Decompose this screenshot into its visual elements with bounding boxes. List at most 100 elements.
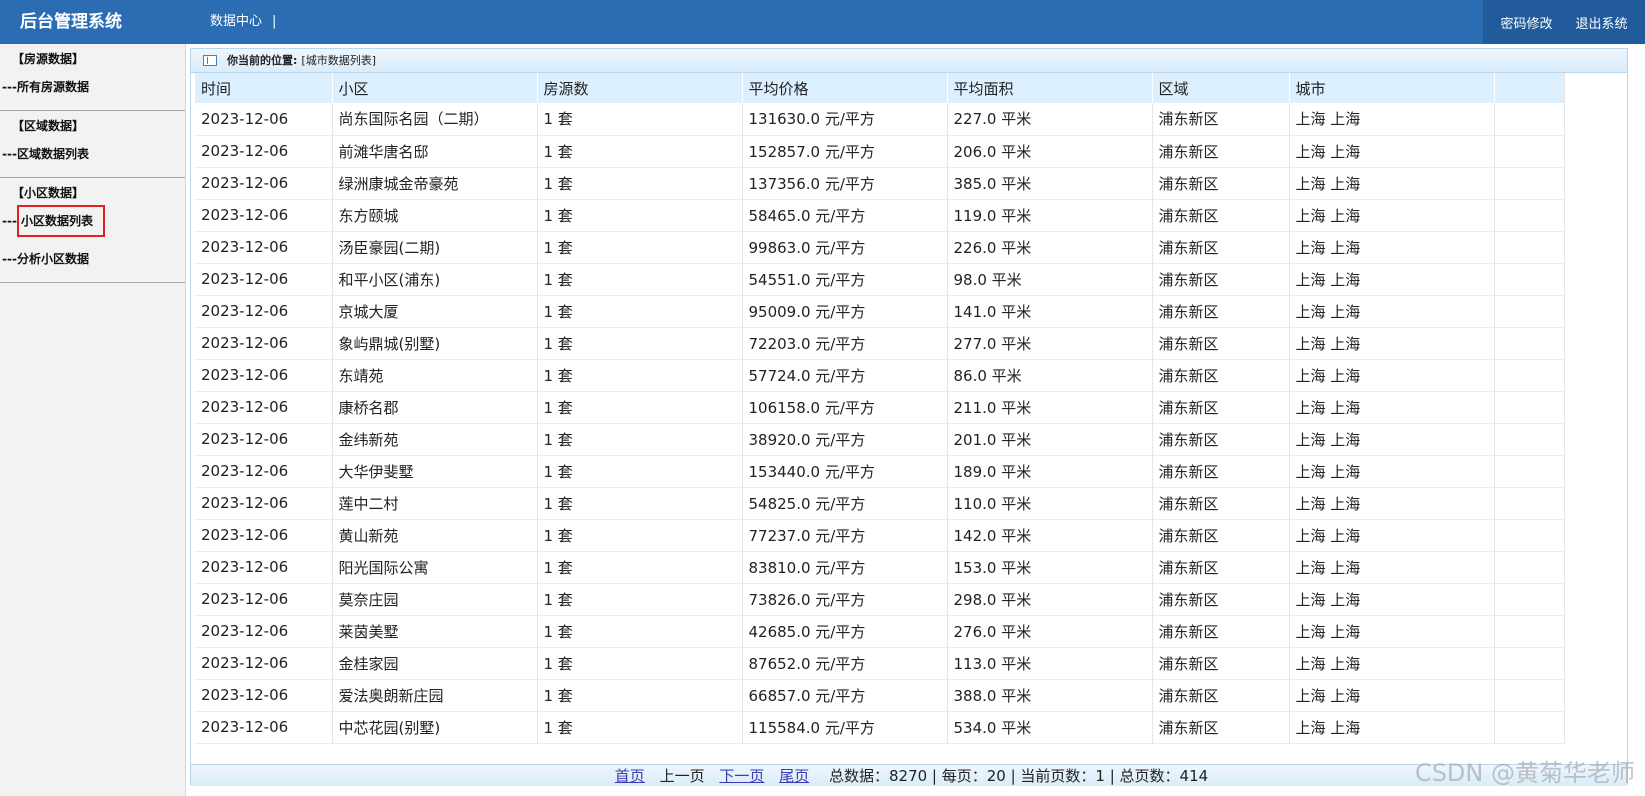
sidebar-item-region-list[interactable]: ---区域数据列表 [0, 135, 185, 173]
table-cell-empty [1494, 167, 1565, 200]
table-cell-empty [1494, 647, 1565, 680]
table-cell: 上海 上海 [1289, 231, 1495, 264]
table-cell: 爱法奥朗新庄园 [332, 679, 538, 712]
top-nav: 数据中心 | [210, 0, 276, 44]
table-cell: 1 套 [537, 583, 743, 616]
table-cell: 黄山新苑 [332, 519, 538, 552]
table-cell: 2023-12-06 [195, 551, 333, 584]
sidebar-group-title: 【小区数据】 [12, 186, 85, 200]
table-cell: 上海 上海 [1289, 103, 1495, 136]
sidebar-item-all-listings[interactable]: ---所有房源数据 [0, 68, 185, 106]
table-cell: 2023-12-06 [195, 487, 333, 520]
table-cell: 2023-12-06 [195, 455, 333, 488]
table-cell: 201.0 平米 [947, 423, 1153, 456]
table-cell: 莲中二村 [332, 487, 538, 520]
top-right-actions: 密码修改 退出系统 [1483, 0, 1645, 44]
next-page-link[interactable]: 下一页 [719, 767, 764, 785]
page-icon [203, 55, 217, 66]
table-cell: 1 套 [537, 455, 743, 488]
table-cell: 浦东新区 [1152, 359, 1290, 392]
table-row: 2023-12-06 莲中二村 1 套 54825.0 元/平方 110.0 平米 浦东新… [195, 487, 1565, 520]
table-cell: 1 套 [537, 551, 743, 584]
table-cell: 54825.0 元/平方 [742, 487, 948, 520]
table-cell: 上海 上海 [1289, 167, 1495, 200]
table-cell: 276.0 平米 [947, 615, 1153, 648]
table-cell: 385.0 平米 [947, 167, 1153, 200]
table-cell: 152857.0 元/平方 [742, 135, 948, 168]
table-header-row: 时间 小区 房源数 平均价格 平均面积 区域 城市 [195, 73, 1565, 103]
table-cell: 1 套 [537, 423, 743, 456]
sidebar-item-label: 小区数据列表 [16, 205, 105, 237]
table-row: 2023-12-06 康桥名郡 1 套 106158.0 元/平方 211.0 平米 浦东… [195, 391, 1565, 424]
table-row: 2023-12-06 爱法奥朗新庄园 1 套 66857.0 元/平方 388.0 平米… [195, 679, 1565, 712]
column-header: 房源数 [537, 73, 743, 103]
table-cell: 2023-12-06 [195, 135, 333, 168]
sidebar-group-title: 【区域数据】 [12, 119, 85, 133]
table-cell: 浦东新区 [1152, 199, 1290, 232]
table-cell-empty [1494, 423, 1565, 456]
table-cell: 388.0 平米 [947, 679, 1153, 712]
table-cell-empty [1494, 391, 1565, 424]
table-cell-empty [1494, 231, 1565, 264]
table-cell: 上海 上海 [1289, 455, 1495, 488]
sidebar-item-community-list[interactable]: --- 小区数据列表 [0, 202, 185, 240]
brand-title: 后台管理系统 [20, 12, 122, 32]
sidebar-item-community-analysis[interactable]: ---分析小区数据 [0, 240, 185, 278]
pagination-stats: 总数据：8270 | 每页：20 | 当前页数：1 | 总页数：414 [828, 767, 1209, 785]
table-cell: 2023-12-06 [195, 391, 333, 424]
table-row: 2023-12-06 阳光国际公寓 1 套 83810.0 元/平方 153.0 平米浦… [195, 551, 1565, 584]
table-cell: 2023-12-06 [195, 647, 333, 680]
table-cell: 1 套 [537, 519, 743, 552]
table-cell: 上海 上海 [1289, 423, 1495, 456]
table-cell: 京城大厦 [332, 295, 538, 328]
table-cell: 上海 上海 [1289, 487, 1495, 520]
table-cell: 浦东新区 [1152, 295, 1290, 328]
table-cell: 2023-12-06 [195, 167, 333, 200]
table-cell: 2023-12-06 [195, 615, 333, 648]
table-cell: 73826.0 元/平方 [742, 583, 948, 616]
table-cell: 浦东新区 [1152, 711, 1290, 744]
table-row: 2023-12-06 汤臣豪园(二期) 1 套 99863.0 元/平方 226.0 平… [195, 231, 1565, 264]
last-page-link[interactable]: 尾页 [779, 767, 809, 785]
table-cell: 浦东新区 [1152, 647, 1290, 680]
table-cell: 58465.0 元/平方 [742, 199, 948, 232]
table-row: 2023-12-06 东方颐城 1 套 58465.0 元/平方 119.0 平米 浦东新… [195, 199, 1565, 232]
table-cell: 浦东新区 [1152, 167, 1290, 200]
table-cell: 大华伊斐墅 [332, 455, 538, 488]
table-cell: 浦东新区 [1152, 231, 1290, 264]
change-password-link[interactable]: 密码修改 [1500, 13, 1552, 32]
table-row: 2023-12-06 尚东国际名园（二期） 1 套 131630.0 元/平方 227.… [195, 103, 1565, 136]
table-cell: 浦东新区 [1152, 679, 1290, 712]
table-cell: 上海 上海 [1289, 199, 1495, 232]
column-header: 城市 [1289, 73, 1495, 103]
table-cell: 2023-12-06 [195, 423, 333, 456]
table-cell: 上海 上海 [1289, 135, 1495, 168]
table-cell: 115584.0 元/平方 [742, 711, 948, 744]
table-cell: 上海 上海 [1289, 391, 1495, 424]
table-cell: 131630.0 元/平方 [742, 103, 948, 136]
breadcrumb: 你当前的位置: [城市数据列表] [191, 49, 1627, 73]
table-row: 2023-12-06 莫奈庄园 1 套 73826.0 元/平方 298.0 平米 浦东新… [195, 583, 1565, 616]
table-row: 2023-12-06 东靖苑 1 套 57724.0 元/平方 86.0 平米 浦东新区上… [195, 359, 1565, 392]
nav-data-center[interactable]: 数据中心 [210, 14, 262, 29]
table-cell: 1 套 [537, 615, 743, 648]
table-cell: 534.0 平米 [947, 711, 1153, 744]
table-cell-empty [1494, 551, 1565, 584]
table-cell: 汤臣豪园(二期) [332, 231, 538, 264]
first-page-link[interactable]: 首页 [615, 767, 645, 785]
logout-link[interactable]: 退出系统 [1575, 13, 1627, 32]
table-cell: 上海 上海 [1289, 551, 1495, 584]
table-cell-empty [1494, 359, 1565, 392]
table-cell: 1 套 [537, 135, 743, 168]
table-cell: 1 套 [537, 647, 743, 680]
table-cell: 141.0 平米 [947, 295, 1153, 328]
table-cell: 226.0 平米 [947, 231, 1153, 264]
table-cell: 浦东新区 [1152, 263, 1290, 296]
column-header: 小区 [332, 73, 538, 103]
table-cell: 绿洲康城金帝豪苑 [332, 167, 538, 200]
table-cell: 153.0 平米 [947, 551, 1153, 584]
table-cell-empty [1494, 679, 1565, 712]
table-cell: 206.0 平米 [947, 135, 1153, 168]
sidebar-group-listings: 【房源数据】 ---所有房源数据 [0, 44, 185, 111]
table-cell: 上海 上海 [1289, 615, 1495, 648]
